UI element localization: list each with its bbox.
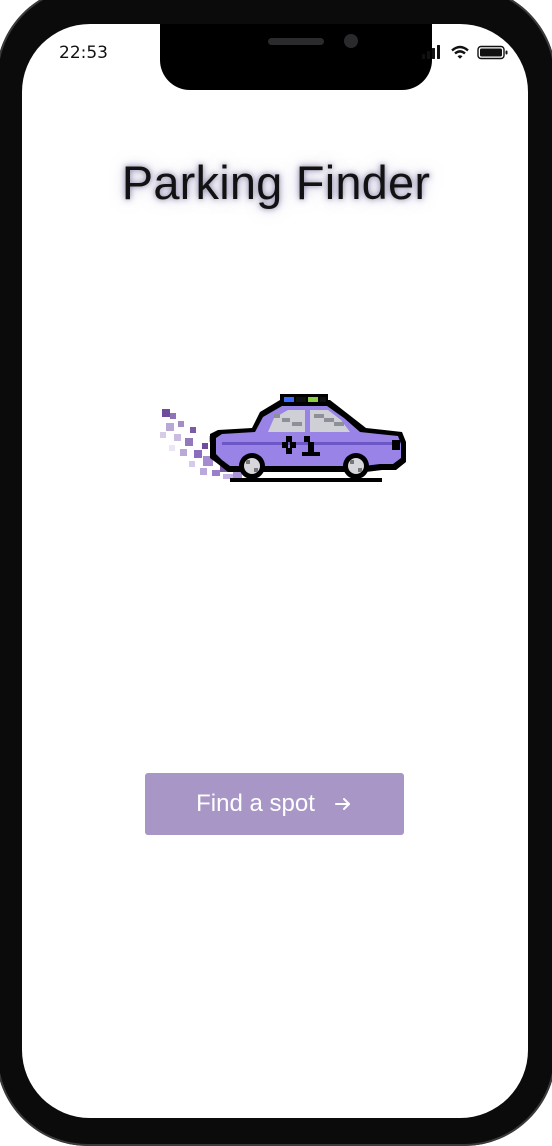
find-spot-button-label: Find a spot [196,790,315,817]
app-title: Parking Finder [121,156,431,209]
speaker-grille [268,38,324,45]
front-camera [344,34,358,48]
battery-icon [477,45,508,60]
pixel-taxi-car-icon [160,394,406,482]
car-body [210,394,406,472]
status-icons [422,45,508,60]
status-time: 22:53 [59,43,108,63]
notch [160,24,432,90]
arrow-right-icon [334,798,350,810]
wifi-icon [451,45,469,59]
cellular-signal-icon [422,45,440,59]
find-spot-button[interactable]: Find a spot [145,773,404,835]
